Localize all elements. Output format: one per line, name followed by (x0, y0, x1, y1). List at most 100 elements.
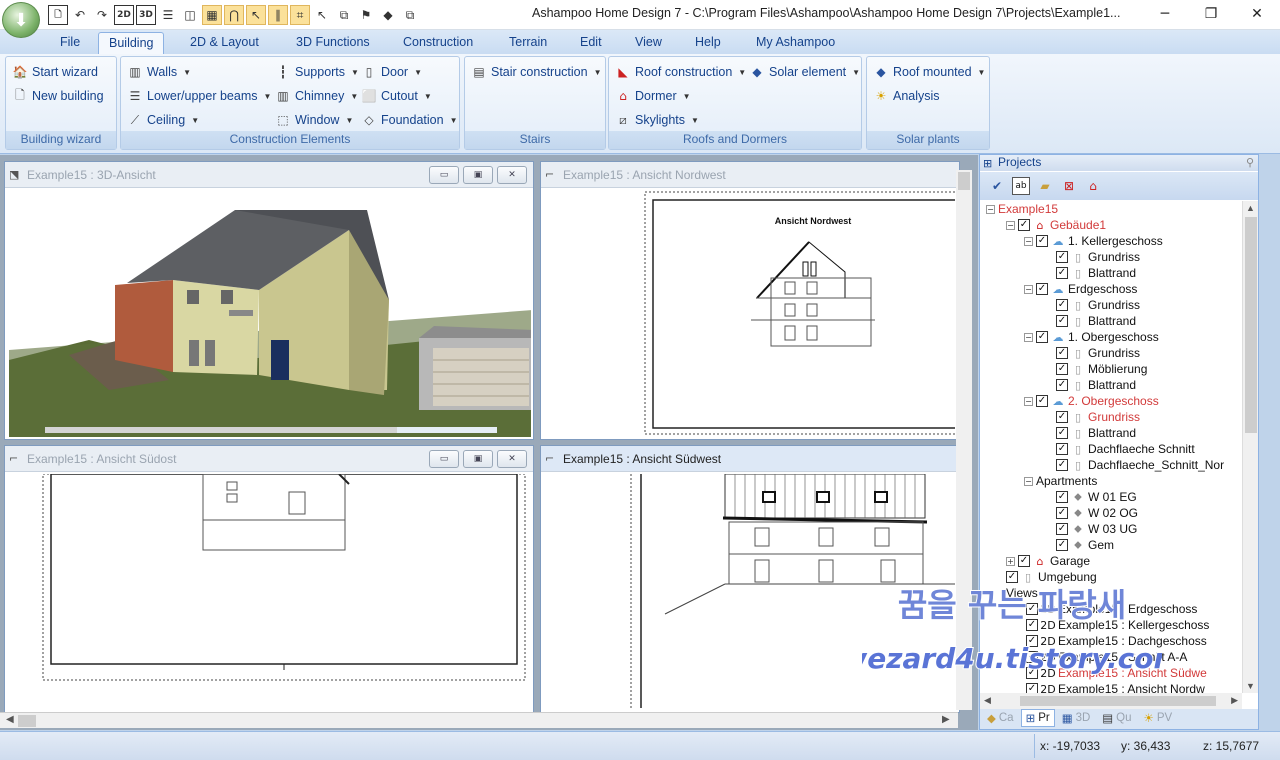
workspace-vertical-scrollbar[interactable] (956, 170, 972, 710)
snap-lines-icon[interactable]: ⌗ (290, 5, 310, 25)
visibility-checkbox[interactable]: ✓ (1026, 635, 1038, 647)
copy-icon[interactable]: ⧉ (400, 5, 420, 25)
tab-projects[interactable]: ⊞ Pr (1020, 709, 1055, 727)
tab-3d-functions[interactable]: 3D Functions (286, 32, 380, 54)
cutout-button[interactable]: ⬜ Cutout ▼ (361, 85, 432, 107)
tree-layer[interactable]: ✓ ▯ Blattrand (1056, 313, 1136, 329)
visibility-checkbox[interactable]: ✓ (1056, 443, 1068, 455)
close-button[interactable]: ✕ (1234, 0, 1280, 28)
check-icon[interactable]: ✔ (988, 177, 1006, 195)
dormer-button[interactable]: ⌂ Dormer ▼ (615, 85, 690, 107)
flag-icon[interactable]: ⚑ (356, 5, 376, 25)
scroll-thumb[interactable] (18, 715, 36, 727)
maximize-view-button[interactable]: ▣ (463, 450, 493, 468)
visibility-checkbox[interactable]: ✓ (1026, 651, 1038, 663)
workspace-horizontal-scrollbar[interactable]: ◀ ▶ (0, 712, 958, 728)
tab-file[interactable]: File (50, 32, 90, 54)
tree-floor[interactable]: − ✓ ☁ 1. Obergeschoss (1024, 329, 1159, 345)
magnet-icon[interactable]: ⋂ (224, 5, 244, 25)
view-3d-icon[interactable]: 3D (136, 5, 156, 25)
tree-layer[interactable]: ✓ ▯ Möblierung (1056, 361, 1147, 377)
scroll-left-icon[interactable]: ◀ (984, 695, 991, 706)
split-vertical-icon[interactable]: ◫ (180, 5, 200, 25)
tree-view[interactable]: ✓ 2D Example15 : Ansicht Nordw (1026, 681, 1205, 693)
expand-icon[interactable]: − (1024, 332, 1033, 342)
tree-apartment[interactable]: ✓ ⬥ W 03 UG (1056, 521, 1137, 537)
tree-view[interactable]: ✓ 2D Example15 : Dachgeschoss (1026, 633, 1207, 649)
tab-edit[interactable]: Edit (570, 32, 612, 54)
scroll-right-icon[interactable]: ▶ (1231, 695, 1238, 706)
visibility-checkbox[interactable]: ✓ (1056, 427, 1068, 439)
door-button[interactable]: ▯ Door ▼ (361, 61, 422, 83)
tab-terrain[interactable]: Terrain (499, 32, 557, 54)
scroll-right-icon[interactable]: ▶ (942, 714, 950, 725)
tree-layer[interactable]: ✓ ▯ Grundriss (1056, 409, 1140, 425)
visibility-checkbox[interactable]: ✓ (1026, 619, 1038, 631)
visibility-checkbox[interactable]: ✓ (1056, 299, 1068, 311)
tree-layer[interactable]: ✓ ▯ Blattrand (1056, 377, 1136, 393)
tab-help[interactable]: Help (685, 32, 731, 54)
visibility-checkbox[interactable]: ✓ (1036, 283, 1048, 295)
visibility-checkbox[interactable]: ✓ (1056, 379, 1068, 391)
tab-catalog[interactable]: ◆ Ca (982, 709, 1019, 727)
3d-render[interactable] (9, 190, 531, 437)
expand-icon[interactable]: + (1006, 556, 1015, 566)
expand-icon[interactable]: − (1006, 220, 1015, 230)
tree-floor[interactable]: − ✓ ☁ Erdgeschoss (1024, 281, 1137, 297)
delete-icon[interactable]: ⊠ (1060, 177, 1078, 195)
elevation-suedwest[interactable] (545, 474, 955, 708)
supports-button[interactable]: ┇ Supports ▼ (275, 61, 359, 83)
visibility-checkbox[interactable]: ✓ (1056, 251, 1068, 263)
visibility-checkbox[interactable]: ✓ (1036, 331, 1048, 343)
tree-horizontal-scrollbar[interactable]: ◀ ▶ (980, 693, 1242, 709)
label-icon[interactable]: ab (1012, 177, 1030, 195)
solar-element-button[interactable]: ◆ Solar element ▼ (749, 61, 860, 83)
minimize-view-button[interactable]: ▭ (429, 166, 459, 184)
ceiling-button[interactable]: ⟋ Ceiling ▼ (127, 109, 199, 131)
tree-views[interactable]: Views (1006, 585, 1038, 601)
tree-view[interactable]: ✓ 2D Example15 : Kellergeschoss (1026, 617, 1209, 633)
tree-vertical-scrollbar[interactable]: ▲ ▼ (1242, 201, 1258, 693)
expand-icon[interactable]: − (1024, 396, 1033, 406)
tree-view[interactable]: ✓ 2D Example15 : Erdgeschoss (1026, 601, 1197, 617)
visibility-checkbox[interactable]: ✓ (1056, 411, 1068, 423)
tree-apartment[interactable]: ✓ ⬥ Gem (1056, 537, 1114, 553)
window-button[interactable]: ⬚ Window ▼ (275, 109, 353, 131)
restore-button[interactable]: ❐ (1188, 0, 1234, 28)
tab-building[interactable]: Building (98, 32, 165, 54)
visibility-checkbox[interactable]: ✓ (1056, 507, 1068, 519)
tree-layer[interactable]: ✓ ▯ Grundriss (1056, 297, 1140, 313)
tab-construction[interactable]: Construction (393, 32, 483, 54)
tab-my-ashampoo[interactable]: My Ashampoo (746, 32, 845, 54)
visibility-checkbox[interactable]: ✓ (1018, 555, 1030, 567)
tab-pv[interactable]: ☀ PV (1139, 709, 1178, 727)
visibility-checkbox[interactable]: ✓ (1056, 347, 1068, 359)
visibility-checkbox[interactable]: ✓ (1056, 539, 1068, 551)
close-view-button[interactable]: ✕ (497, 166, 527, 184)
tree-umgebung[interactable]: ✓ ▯ Umgebung (1006, 569, 1097, 585)
expand-icon[interactable]: − (1024, 476, 1033, 486)
grid-icon[interactable]: ▦ (202, 5, 222, 25)
viewport-suedwest[interactable]: ⌐ Example15 : Ansicht Südwest (540, 445, 960, 713)
minimize-button[interactable]: ─ (1142, 0, 1188, 28)
visibility-checkbox[interactable]: ✓ (1026, 603, 1038, 615)
visibility-checkbox[interactable]: ✓ (1036, 395, 1048, 407)
elevation-nordwest[interactable]: Ansicht Nordwest (545, 190, 955, 435)
visibility-checkbox[interactable]: ✓ (1018, 219, 1030, 231)
tree-view[interactable]: ✓ 2D Example15 : Schnitt A-A (1026, 649, 1187, 665)
select-pointer-icon[interactable]: ↖ (246, 5, 266, 25)
roof-mounted-button[interactable]: ◆ Roof mounted ▼ (873, 61, 985, 83)
visibility-checkbox[interactable]: ✓ (1026, 683, 1038, 693)
new-file-icon[interactable]: 🗋 (48, 5, 68, 25)
tree-apartments[interactable]: − Apartments (1024, 473, 1097, 489)
visibility-checkbox[interactable]: ✓ (1056, 523, 1068, 535)
elevation-suedost[interactable] (9, 474, 529, 708)
visibility-checkbox[interactable]: ✓ (1056, 459, 1068, 471)
chimney-button[interactable]: ▥ Chimney ▼ (275, 85, 358, 107)
house-icon[interactable]: ⌂ (1084, 177, 1102, 195)
scroll-thumb[interactable] (1020, 696, 1216, 706)
layers-icon[interactable]: ◆ (378, 5, 398, 25)
tree-layer[interactable]: ✓ ▯ Blattrand (1056, 265, 1136, 281)
walls-button[interactable]: ▥ Walls ▼ (127, 61, 191, 83)
tab-2d-layout[interactable]: 2D & Layout (180, 32, 269, 54)
